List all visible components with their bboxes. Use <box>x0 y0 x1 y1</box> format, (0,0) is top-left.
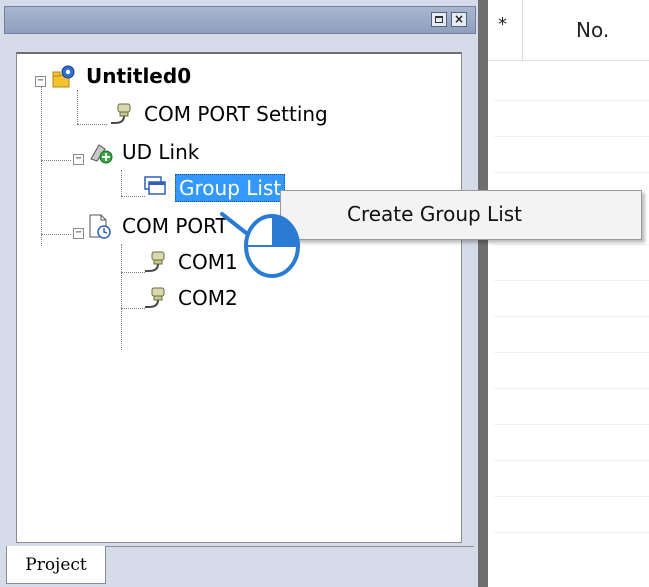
tree-item-label: Group List <box>175 174 286 202</box>
project-tree[interactable]: − − − Untitled0 COM PORT Setting UD Link… <box>16 52 462 543</box>
expand-toggle-com-port[interactable]: − <box>73 228 84 239</box>
connector-icon <box>145 287 165 308</box>
panel-splitter[interactable] <box>478 0 488 587</box>
menu-item-label: Create Group List <box>347 202 523 226</box>
close-icon[interactable]: × <box>451 12 467 27</box>
column-header-no[interactable]: No. <box>576 18 609 42</box>
tree-item-label: COM PORT <box>122 214 228 238</box>
grid-header: * No. <box>488 0 649 61</box>
connector-icon <box>111 103 131 124</box>
tree-item-label: COM PORT Setting <box>144 102 328 126</box>
restore-icon[interactable] <box>431 12 447 27</box>
tree-item-com-port[interactable]: COM PORT <box>87 212 231 240</box>
tree-item-group-list[interactable]: Group List <box>143 174 286 202</box>
tree-item-label: UD Link <box>122 140 200 164</box>
tab-strip <box>106 546 474 585</box>
tree-item-root[interactable]: Untitled0 <box>51 62 194 90</box>
link-add-icon <box>90 144 113 164</box>
tree-item-com-port-setting[interactable]: COM PORT Setting <box>109 100 331 128</box>
panel-title-bar[interactable]: × <box>4 6 476 34</box>
tree-item-label: Untitled0 <box>86 64 192 88</box>
document-clock-icon <box>89 214 111 239</box>
column-header-star[interactable]: * <box>498 14 507 35</box>
right-click-cursor-icon <box>220 212 300 278</box>
project-panel: × − − − Untitled0 COM PORT Setting UD Li… <box>0 0 478 587</box>
menu-item-create-group-list[interactable]: Create Group List <box>283 193 637 235</box>
context-menu: Create Group List <box>280 190 642 240</box>
tree-item-label: COM2 <box>178 286 238 310</box>
expand-toggle-root[interactable]: − <box>35 76 46 87</box>
tab-project[interactable]: Project <box>6 546 106 584</box>
tree-item-com2[interactable]: COM2 <box>143 284 241 312</box>
column-divider[interactable] <box>522 0 523 60</box>
group-list-grid: * No. <box>488 0 649 587</box>
tree-item-ud-link[interactable]: UD Link <box>87 138 202 166</box>
connector-icon <box>145 251 165 272</box>
project-gear-icon <box>52 65 75 88</box>
group-list-icon <box>144 176 166 195</box>
expand-toggle-ud-link[interactable]: − <box>73 154 84 165</box>
